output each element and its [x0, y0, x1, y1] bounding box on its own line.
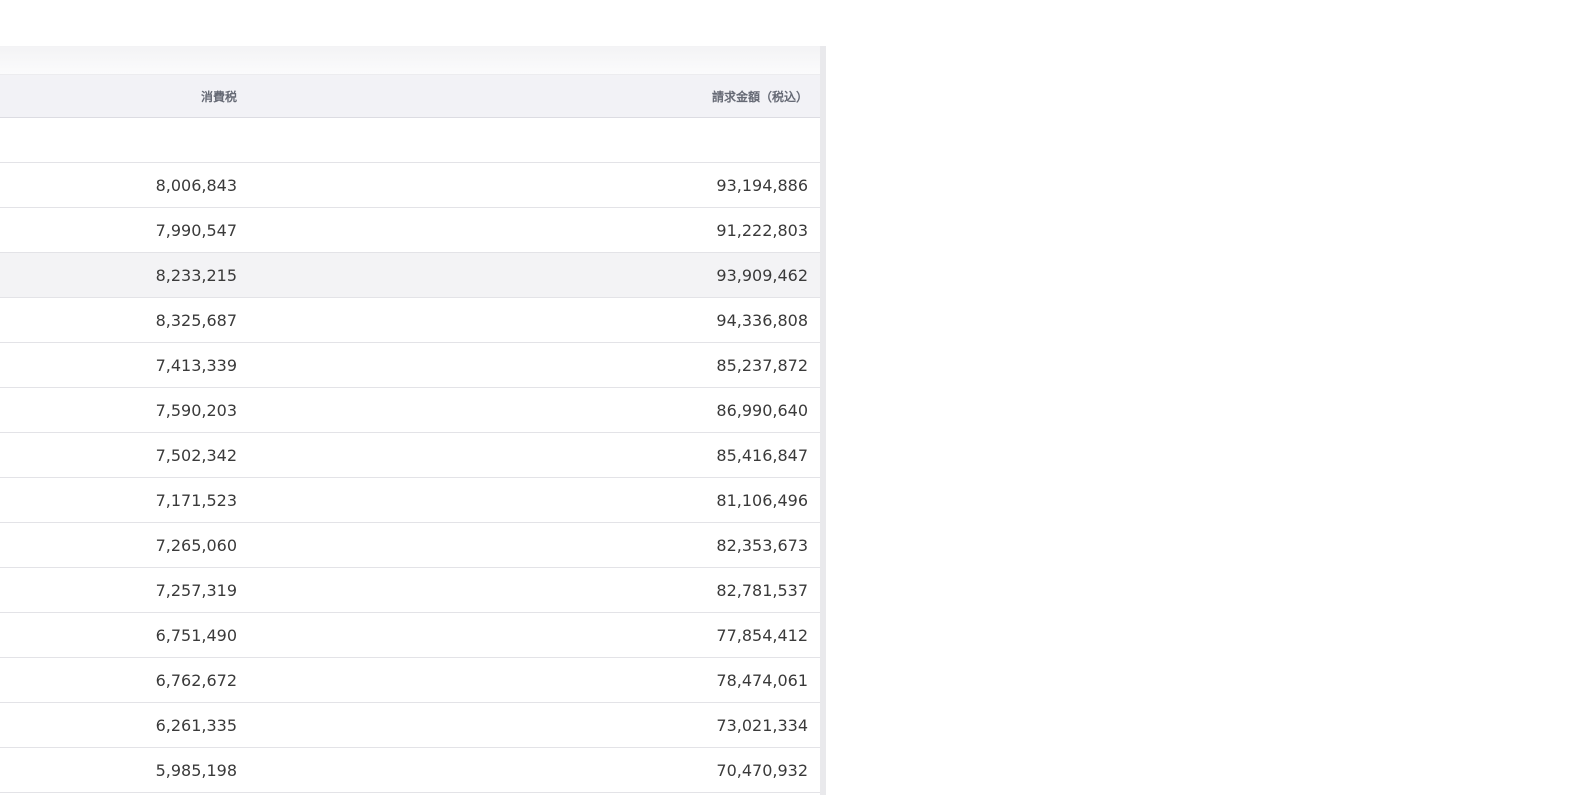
cell-consumption-tax: 6,751,490: [0, 612, 248, 658]
cell-billed-amount: [248, 117, 820, 163]
cell-billed-amount: 70,470,932: [248, 747, 820, 793]
cell-consumption-tax: 7,590,203: [0, 387, 248, 433]
table-row[interactable]: 8,006,843 93,194,886: [0, 162, 820, 208]
cell-consumption-tax: 7,265,060: [0, 522, 248, 568]
cell-billed-amount: 78,474,061: [248, 657, 820, 703]
table-header-row: 消費税 請求金額（税込）: [0, 75, 820, 118]
cell-consumption-tax: 5,985,198: [0, 747, 248, 793]
cell-billed-amount: 93,909,462: [248, 252, 820, 298]
table-row[interactable]: 7,257,319 82,781,537: [0, 567, 820, 613]
cell-billed-amount: 73,021,334: [248, 702, 820, 748]
billing-table: 消費税 請求金額（税込） 8,006,843 93,194,886 7,990,…: [0, 75, 820, 793]
table-row[interactable]: 6,261,335 73,021,334: [0, 702, 820, 748]
table-row[interactable]: 7,413,339 85,237,872: [0, 342, 820, 388]
cell-billed-amount: 86,990,640: [248, 387, 820, 433]
cell-consumption-tax: 6,762,672: [0, 657, 248, 703]
cell-billed-amount: 93,194,886: [248, 162, 820, 208]
cell-billed-amount: 81,106,496: [248, 477, 820, 523]
cell-billed-amount: 85,416,847: [248, 432, 820, 478]
table-row[interactable]: [0, 117, 820, 163]
table-row[interactable]: 7,171,523 81,106,496: [0, 477, 820, 523]
cell-billed-amount: 91,222,803: [248, 207, 820, 253]
cell-consumption-tax: 7,413,339: [0, 342, 248, 388]
cell-billed-amount: 94,336,808: [248, 297, 820, 343]
cell-billed-amount: 85,237,872: [248, 342, 820, 388]
cell-consumption-tax: 7,257,319: [0, 567, 248, 613]
cell-consumption-tax: 6,261,335: [0, 702, 248, 748]
table-row[interactable]: 6,762,672 78,474,061: [0, 657, 820, 703]
billing-table-panel: 消費税 請求金額（税込） 8,006,843 93,194,886 7,990,…: [0, 46, 826, 795]
table-row[interactable]: 5,985,198 70,470,932: [0, 747, 820, 793]
panel-header-bar: [0, 46, 820, 75]
cell-billed-amount: 77,854,412: [248, 612, 820, 658]
column-header-consumption-tax[interactable]: 消費税: [0, 75, 248, 118]
table-row[interactable]: 7,502,342 85,416,847: [0, 432, 820, 478]
table-row[interactable]: 7,990,547 91,222,803: [0, 207, 820, 253]
cell-consumption-tax: 7,990,547: [0, 207, 248, 253]
table-row-hovered[interactable]: 8,233,215 93,909,462: [0, 252, 820, 298]
cell-consumption-tax: 8,233,215: [0, 252, 248, 298]
cell-consumption-tax: [0, 117, 248, 163]
cell-consumption-tax: 8,006,843: [0, 162, 248, 208]
table-row[interactable]: 7,590,203 86,990,640: [0, 387, 820, 433]
column-header-billed-amount-incl-tax[interactable]: 請求金額（税込）: [248, 75, 820, 118]
cell-consumption-tax: 7,502,342: [0, 432, 248, 478]
table-row[interactable]: 6,751,490 77,854,412: [0, 612, 820, 658]
cell-billed-amount: 82,353,673: [248, 522, 820, 568]
table-row[interactable]: 8,325,687 94,336,808: [0, 297, 820, 343]
cell-consumption-tax: 8,325,687: [0, 297, 248, 343]
cell-billed-amount: 82,781,537: [248, 567, 820, 613]
cell-consumption-tax: 7,171,523: [0, 477, 248, 523]
table-row[interactable]: 7,265,060 82,353,673: [0, 522, 820, 568]
